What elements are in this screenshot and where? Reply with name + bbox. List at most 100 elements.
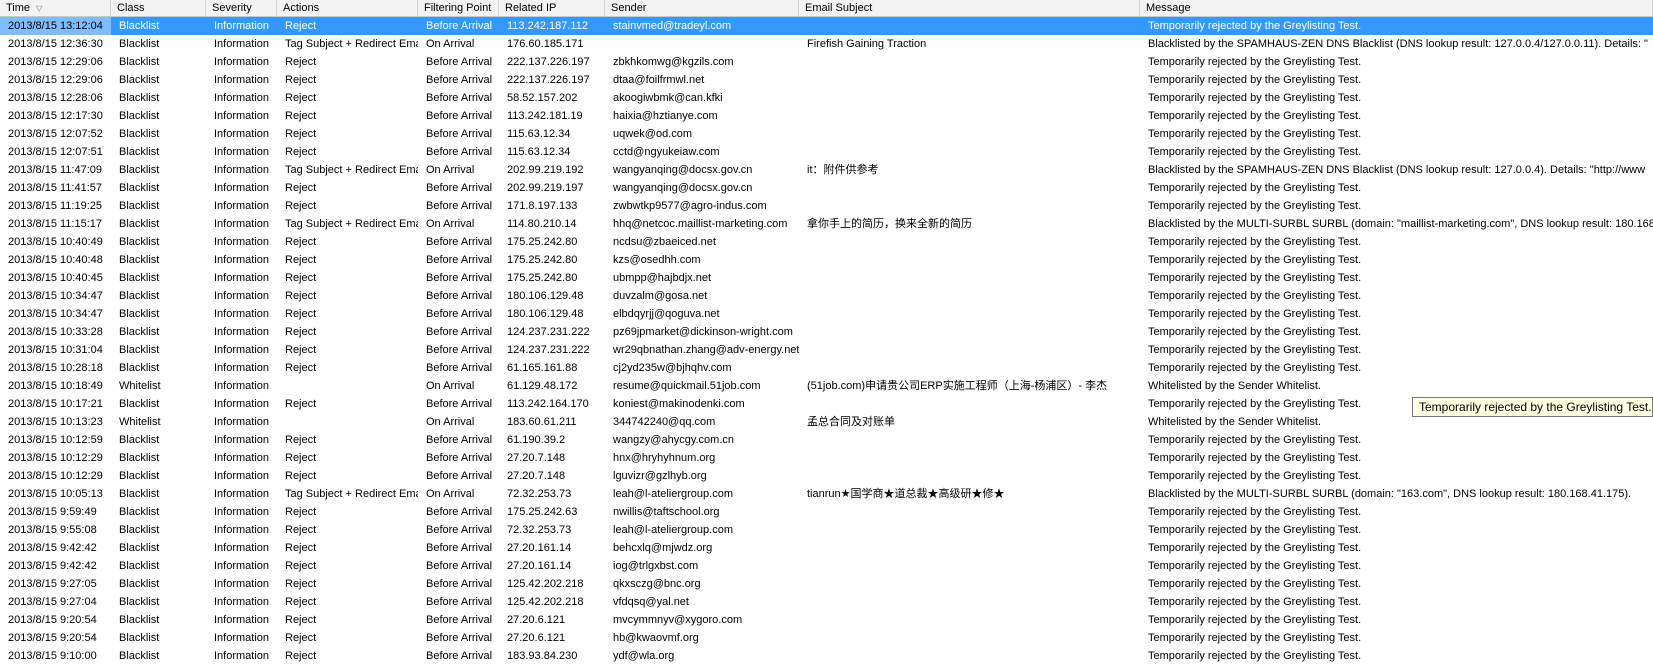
cell-sender: haixia@hztianye.com (613, 110, 718, 122)
cell-time: 2013/8/15 10:40:48 (8, 254, 103, 266)
cell-filtering-point: Before Arrival (426, 236, 493, 248)
cell-time: 2013/8/15 9:10:00 (8, 650, 97, 662)
cell-time: 2013/8/15 9:20:54 (8, 614, 97, 626)
table-row[interactable]: 2013/8/15 9:10:00 Blacklist Information Rej… (0, 647, 1653, 665)
table-row[interactable]: 2013/8/15 10:33:28 Blacklist Information Re… (0, 323, 1653, 341)
cell-related-ip: 222.137.226.197 (507, 56, 590, 68)
column-header-sender[interactable]: Sender (605, 0, 799, 16)
cell-severity: Information (214, 344, 270, 356)
table-row[interactable]: 2013/8/15 9:55:08 Blacklist Information Rej… (0, 521, 1653, 539)
table-row[interactable]: 2013/8/15 12:29:06 Blacklist Information Re… (0, 71, 1653, 89)
cell-email-subject (799, 575, 1140, 593)
cell-actions: Reject (285, 182, 317, 194)
table-row[interactable]: 2013/8/15 10:40:48 Blacklist Information Re… (0, 251, 1653, 269)
cell-time: 2013/8/15 10:40:45 (8, 272, 103, 284)
cell-time: 2013/8/15 11:15:17 (8, 218, 102, 230)
table-row[interactable]: 2013/8/15 12:28:06 Blacklist Information Re… (0, 89, 1653, 107)
table-row[interactable]: 2013/8/15 10:34:47 Blacklist Information Re… (0, 305, 1653, 323)
cell-time: 2013/8/15 13:12:04 (0, 17, 111, 35)
table-row[interactable]: 2013/8/15 12:07:52 Blacklist Information Re… (0, 125, 1653, 143)
table-row[interactable]: 2013/8/15 10:05:13 Blacklist Information Ta… (0, 485, 1653, 503)
table-row[interactable]: 2013/8/15 11:19:25 Blacklist Information Re… (0, 197, 1653, 215)
cell-filtering-point: Before Arrival (426, 290, 493, 302)
column-header-related-ip[interactable]: Related IP (499, 0, 605, 16)
cell-time: 2013/8/15 10:28:18 (8, 362, 103, 374)
column-header-actions[interactable]: Actions (277, 0, 418, 16)
cell-sender: ncdsu@zbaeiced.net (613, 236, 716, 248)
table-row[interactable]: 2013/8/15 10:12:29 Blacklist Information Re… (0, 467, 1653, 485)
table-row[interactable]: 2013/8/15 9:27:05 Blacklist Information Rej… (0, 575, 1653, 593)
cell-severity: Information (214, 20, 270, 32)
cell-sender: leah@l-ateliergroup.com (613, 488, 734, 500)
cell-related-ip: 114.80.210.14 (507, 218, 577, 230)
table-row[interactable]: 2013/8/15 10:13:23 Whitelist Information On… (0, 413, 1653, 431)
cell-severity: Information (214, 578, 270, 590)
cell-filtering-point: Before Arrival (426, 128, 493, 140)
table-row[interactable]: 2013/8/15 10:12:59 Blacklist Information Re… (0, 431, 1653, 449)
table-row[interactable]: 2013/8/15 10:17:21 Blacklist Information Re… (0, 395, 1653, 413)
table-row[interactable]: 2013/8/15 11:15:17 Blacklist Information Ta… (0, 215, 1653, 233)
cell-filtering-point: Before Arrival (426, 272, 493, 284)
column-header-time[interactable]: Time ▽ (0, 0, 111, 16)
table-row[interactable]: 2013/8/15 10:31:04 Blacklist Information Re… (0, 341, 1653, 359)
cell-severity: Information (214, 452, 270, 464)
cell-related-ip: 113.242.164.170 (507, 398, 589, 410)
table-row[interactable]: 2013/8/15 12:36:30 Blacklist Information Ta… (0, 35, 1653, 53)
cell-related-ip: 175.25.242.80 (507, 272, 578, 284)
table-row[interactable]: 2013/8/15 13:12:04 Blacklist Information Re… (0, 17, 1653, 35)
column-header-message[interactable]: Message (1140, 0, 1653, 16)
cell-actions: Reject (285, 56, 317, 68)
cell-severity: Information (214, 596, 270, 608)
cell-sender: koniest@makinodenki.com (613, 398, 745, 410)
cell-actions: Reject (285, 542, 317, 554)
table-row[interactable]: 2013/8/15 12:17:30 Blacklist Information Re… (0, 107, 1653, 125)
column-header-filtering-point[interactable]: Filtering Point (418, 0, 499, 16)
cell-class: Whitelist (119, 416, 161, 428)
cell-email-subject (799, 179, 1140, 197)
cell-severity: Information (214, 542, 270, 554)
cell-message: Temporarily rejected by the Greylisting … (1148, 182, 1362, 194)
table-row[interactable]: 2013/8/15 11:41:57 Blacklist Information Re… (0, 179, 1653, 197)
cell-class: Blacklist (119, 614, 160, 626)
cell-actions: Reject (285, 92, 317, 104)
table-row[interactable]: 2013/8/15 9:42:42 Blacklist Information Rej… (0, 539, 1653, 557)
cell-actions: Reject (285, 506, 317, 518)
cell-email-subject (799, 521, 1140, 539)
cell-actions: Reject (285, 470, 317, 482)
table-row[interactable]: 2013/8/15 10:18:49 Whitelist Information On… (0, 377, 1653, 395)
column-header-class[interactable]: Class (111, 0, 206, 16)
table-row[interactable]: 2013/8/15 10:40:45 Blacklist Information Re… (0, 269, 1653, 287)
table-row[interactable]: 2013/8/15 9:20:54 Blacklist Information Rej… (0, 629, 1653, 647)
table-row[interactable]: 2013/8/15 9:27:04 Blacklist Information Rej… (0, 593, 1653, 611)
cell-sender: iog@trlgxbst.com (613, 560, 699, 572)
table-row[interactable]: 2013/8/15 11:47:09 Blacklist Information Ta… (0, 161, 1653, 179)
cell-email-subject (799, 359, 1140, 377)
table-row[interactable]: 2013/8/15 10:40:49 Blacklist Information Re… (0, 233, 1653, 251)
cell-email-subject (799, 539, 1140, 557)
cell-sender: mvcymmnyv@xygoro.com (613, 614, 743, 626)
table-row[interactable]: 2013/8/15 12:07:51 Blacklist Information Re… (0, 143, 1653, 161)
cell-message: Temporarily rejected by the Greylisting … (1148, 254, 1362, 266)
cell-sender: hhq@netcoc.maillist-marketing.com (613, 218, 788, 230)
table-row[interactable]: 2013/8/15 9:20:54 Blacklist Information Rej… (0, 611, 1653, 629)
cell-related-ip: 183.60.61.211 (507, 416, 577, 428)
cell-related-ip: 124.237.231.222 (507, 326, 590, 338)
cell-actions: Reject (285, 74, 317, 86)
cell-severity: Information (214, 38, 270, 50)
cell-severity: Information (214, 614, 270, 626)
cell-sender: zbkhkomwg@kgzils.com (613, 56, 734, 68)
table-row[interactable]: 2013/8/15 9:59:49 Blacklist Information Rej… (0, 503, 1653, 521)
cell-class: Blacklist (119, 200, 160, 212)
column-header-severity[interactable]: Severity (206, 0, 277, 16)
cell-actions: Reject (285, 398, 317, 410)
column-header-email-subject[interactable]: Email Subject (799, 0, 1140, 16)
table-row[interactable]: 2013/8/15 12:29:06 Blacklist Information Re… (0, 53, 1653, 71)
cell-class: Blacklist (119, 470, 160, 482)
table-row[interactable]: 2013/8/15 9:42:42 Blacklist Information Rej… (0, 557, 1653, 575)
cell-related-ip: 180.106.129.48 (507, 308, 584, 320)
cell-time: 2013/8/15 10:13:23 (8, 416, 103, 428)
table-row[interactable]: 2013/8/15 10:28:18 Blacklist Information Re… (0, 359, 1653, 377)
table-row[interactable]: 2013/8/15 10:34:47 Blacklist Information Re… (0, 287, 1653, 305)
cell-actions: Reject (285, 128, 317, 140)
table-row[interactable]: 2013/8/15 10:12:29 Blacklist Information Re… (0, 449, 1653, 467)
